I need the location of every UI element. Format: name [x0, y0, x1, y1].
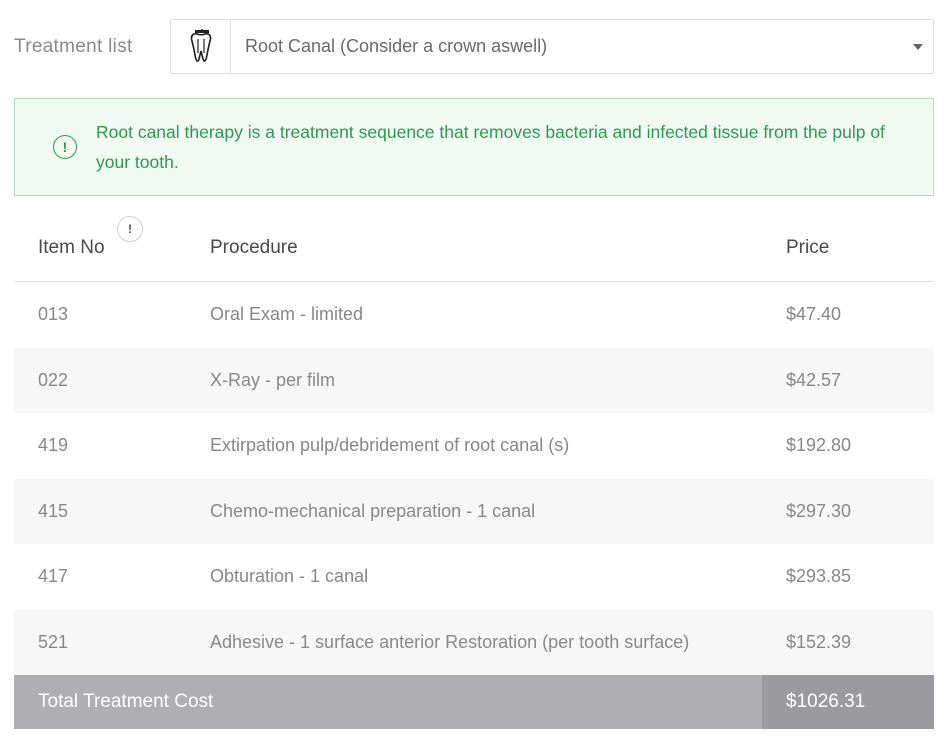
cell-price: $297.30: [786, 500, 852, 521]
cell-price: $152.39: [786, 631, 852, 652]
header-price: Price: [786, 237, 830, 258]
cell-procedure: X-Ray - per film: [210, 369, 336, 390]
cell-procedure: Chemo-mechanical preparation - 1 canal: [210, 500, 536, 521]
table-body: 013 Oral Exam - limited $47.40 022 X-Ray…: [14, 282, 934, 675]
cell-procedure: Oral Exam - limited: [210, 304, 364, 325]
total-value: $1026.31: [762, 675, 934, 729]
header-procedure: Procedure: [210, 237, 298, 258]
cell-price: $192.80: [786, 435, 852, 456]
cell-price: $47.40: [786, 304, 842, 325]
table-header: Item No ! Procedure Price: [14, 215, 934, 282]
table-row: 521 Adhesive - 1 surface anterior Restor…: [14, 609, 934, 675]
alert-text: Root canal therapy is a treatment sequen…: [96, 122, 885, 172]
chevron-down-icon[interactable]: [913, 43, 923, 50]
table-row: 013 Oral Exam - limited $47.40: [14, 282, 934, 348]
cell-item-no: 022: [38, 369, 69, 390]
header-item-no: Item No !: [14, 216, 210, 259]
treatment-cost-panel: Treatment list Root Canal (Consider a cr…: [0, 0, 950, 747]
cell-price: $293.85: [786, 566, 852, 587]
table-row: 417 Obturation - 1 canal $293.85: [14, 544, 934, 610]
tooth-root-canal-icon: [171, 20, 231, 73]
procedure-table: Item No ! Procedure Price 013 Oral Exam …: [14, 215, 934, 729]
table-row: 419 Extirpation pulp/debridement of root…: [14, 413, 934, 479]
cell-item-no: 417: [38, 566, 69, 587]
cell-item-no: 419: [38, 435, 69, 456]
info-exclamation-icon: !: [53, 135, 77, 159]
info-exclamation-icon[interactable]: !: [117, 216, 143, 242]
cell-item-no: 415: [38, 500, 69, 521]
cell-item-no: 521: [38, 631, 69, 652]
cell-procedure: Adhesive - 1 surface anterior Restoratio…: [210, 631, 690, 652]
treatment-selector-row: Treatment list Root Canal (Consider a cr…: [14, 19, 934, 74]
cell-procedure: Extirpation pulp/debridement of root can…: [210, 435, 570, 456]
cell-procedure: Obturation - 1 canal: [210, 566, 369, 587]
table-row: 415 Chemo-mechanical preparation - 1 can…: [14, 478, 934, 544]
header-item-no-label: Item No: [38, 237, 105, 258]
table-row: 022 X-Ray - per film $42.57: [14, 347, 934, 413]
total-label: Total Treatment Cost: [38, 691, 214, 712]
treatment-select-value: Root Canal (Consider a crown aswell): [245, 36, 548, 56]
treatment-info-alert: ! Root canal therapy is a treatment sequ…: [14, 98, 934, 196]
cell-price: $42.57: [786, 369, 842, 390]
treatment-list-label: Treatment list: [14, 35, 133, 57]
total-row: Total Treatment Cost $1026.31: [14, 675, 934, 729]
cell-item-no: 013: [38, 304, 69, 325]
treatment-select[interactable]: Root Canal (Consider a crown aswell): [170, 19, 934, 74]
